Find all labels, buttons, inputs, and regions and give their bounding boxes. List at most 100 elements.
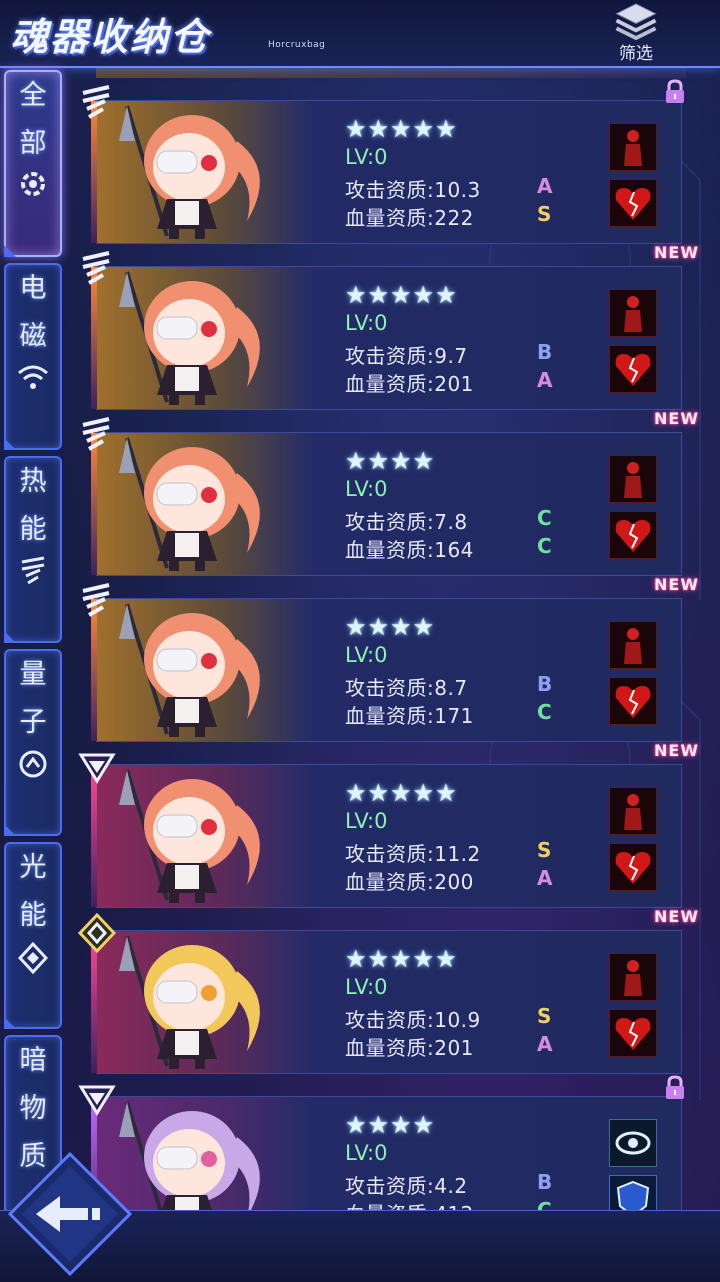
heat-element-icon <box>82 251 110 285</box>
tab-dark-matter-label-2: 物 <box>19 1093 47 1124</box>
tab-quantum[interactable]: 量 子 <box>4 649 62 836</box>
character-portrait <box>97 599 312 741</box>
tab-all-label-1: 全 <box>19 80 47 111</box>
page-subtitle: Horcruxbag <box>268 40 326 50</box>
skill-slot-1[interactable] <box>609 621 657 669</box>
level-label: LV:0 <box>345 477 388 501</box>
quantum-icon <box>19 750 47 778</box>
level-label: LV:0 <box>345 1141 388 1165</box>
item-card[interactable]: ★★★★★ LV:0 攻击资质:11.2 血量资质:200 S A NEW <box>78 741 698 908</box>
layers-icon <box>615 3 657 41</box>
attack-grade: S <box>537 1004 552 1028</box>
attack-grade: B <box>537 672 553 696</box>
star-rating: ★★★★★ <box>345 281 458 309</box>
dark-element-icon <box>78 753 116 784</box>
attack-aptitude: 攻击资质:10.9 <box>345 1008 481 1032</box>
attack-aptitude: 攻击资质:9.7 <box>345 344 468 368</box>
tab-quantum-label-2: 子 <box>19 707 47 738</box>
skill-slot-2[interactable] <box>609 677 657 725</box>
hp-aptitude: 血量资质:201 <box>345 372 474 396</box>
item-card[interactable]: ★★★★★ LV:0 攻击资质:9.7 血量资质:201 B A NEW <box>82 243 698 410</box>
star-rating: ★★★★ <box>345 613 436 641</box>
light-element-icon <box>77 913 117 953</box>
dark-element-icon <box>78 1085 116 1116</box>
skill-slot-2[interactable] <box>609 1009 657 1057</box>
skill-slot-2[interactable] <box>609 179 657 227</box>
light-icon <box>18 942 48 974</box>
hp-aptitude: 血量资质:222 <box>345 206 474 230</box>
attack-grade: C <box>537 506 552 530</box>
skill-slot-1[interactable] <box>609 123 657 171</box>
tab-all[interactable]: 全 部 <box>4 70 62 257</box>
skill-slot-1[interactable] <box>609 953 657 1001</box>
figure-skill-icon <box>624 462 642 498</box>
tab-thermal[interactable]: 热 能 <box>4 456 62 643</box>
lock-icon[interactable] <box>663 79 687 105</box>
level-label: LV:0 <box>345 809 388 833</box>
heat-element-icon <box>82 85 110 119</box>
attack-aptitude: 攻击资质:4.2 <box>345 1174 468 1198</box>
skill-slot-1[interactable] <box>609 1119 657 1167</box>
tab-light[interactable]: 光 能 <box>4 842 62 1029</box>
attack-aptitude: 攻击资质:8.7 <box>345 676 468 700</box>
skill-slot-1[interactable] <box>609 289 657 337</box>
sidebar: 全 部 电 磁 热 能 量 子 光 能 暗 物 质 <box>0 66 64 1281</box>
attack-grade: A <box>537 174 553 198</box>
figure-skill-icon <box>624 130 642 166</box>
character-portrait <box>97 267 312 409</box>
character-portrait <box>97 931 312 1073</box>
skill-slot-1[interactable] <box>609 455 657 503</box>
attack-grade: B <box>537 340 553 364</box>
character-portrait <box>97 101 312 243</box>
all-icon <box>21 172 45 196</box>
back-button[interactable] <box>8 1150 138 1280</box>
heat-icon <box>21 556 45 585</box>
character-portrait <box>97 433 312 575</box>
figure-skill-icon <box>624 960 642 996</box>
broken-heart-skill-icon <box>615 188 651 220</box>
attack-grade: S <box>537 838 552 862</box>
item-card[interactable]: ★★★★★ LV:0 攻击资质:10.9 血量资质:201 S A NEW <box>77 907 698 1074</box>
tab-electromagnetic[interactable]: 电 磁 <box>4 263 62 450</box>
star-rating: ★★★★ <box>345 447 436 475</box>
skill-slot-2[interactable] <box>609 843 657 891</box>
level-label: LV:0 <box>345 643 388 667</box>
star-rating: ★★★★★ <box>345 779 458 807</box>
hp-aptitude: 血量资质:200 <box>345 870 474 894</box>
skill-slot-2[interactable] <box>609 511 657 559</box>
filter-button[interactable]: 筛选 <box>606 2 666 64</box>
figure-skill-icon <box>624 794 642 830</box>
broken-heart-skill-icon <box>615 520 651 552</box>
page-title: 魂器收纳仓 <box>10 15 211 59</box>
broken-heart-skill-icon <box>615 686 651 718</box>
skill-slot-1[interactable] <box>609 787 657 835</box>
item-card[interactable]: ★★★★ LV:0 攻击资质:4.2 血量资质:412 B C <box>78 1075 684 1216</box>
skill-slot-2[interactable] <box>609 345 657 393</box>
star-rating: ★★★★★ <box>345 945 458 973</box>
item-card[interactable]: ★★★★ LV:0 攻击资质:7.8 血量资质:164 C C NEW <box>82 409 698 576</box>
attack-grade: B <box>537 1170 553 1194</box>
new-badge: NEW <box>654 907 699 926</box>
tab-light-label-2: 能 <box>19 900 47 931</box>
filter-label: 筛选 <box>619 44 653 64</box>
tab-light-label-1: 光 <box>19 852 47 883</box>
tab-electromagnetic-label-2: 磁 <box>19 321 47 352</box>
item-list[interactable]: ★★★★★ LV:0 攻击资质:10.3 血量资质:222 A S ★★★★★ LV:0 攻击… <box>64 66 720 1216</box>
heat-element-icon <box>82 583 110 617</box>
item-card[interactable]: ★★★★ LV:0 攻击资质:8.7 血量资质:171 B C NEW <box>82 575 698 742</box>
attack-aptitude: 攻击资质:7.8 <box>345 510 468 534</box>
hp-aptitude: 血量资质:171 <box>345 704 474 728</box>
heat-element-icon <box>82 417 110 451</box>
tab-all-label-2: 部 <box>19 128 47 159</box>
item-card[interactable]: ★★★★★ LV:0 攻击资质:10.3 血量资质:222 A S <box>82 79 684 244</box>
lock-icon[interactable] <box>663 1075 687 1101</box>
new-badge: NEW <box>654 741 699 760</box>
wifi-icon <box>18 365 48 389</box>
hp-grade: C <box>537 534 552 558</box>
tab-electromagnetic-label-1: 电 <box>19 273 47 304</box>
star-rating: ★★★★ <box>345 1111 436 1139</box>
header: 魂器收纳仓 Horcruxbag 筛选 <box>0 0 720 68</box>
tab-dark-matter-label-1: 暗 <box>19 1045 47 1076</box>
broken-heart-skill-icon <box>615 354 651 386</box>
attack-aptitude: 攻击资质:11.2 <box>345 842 481 866</box>
